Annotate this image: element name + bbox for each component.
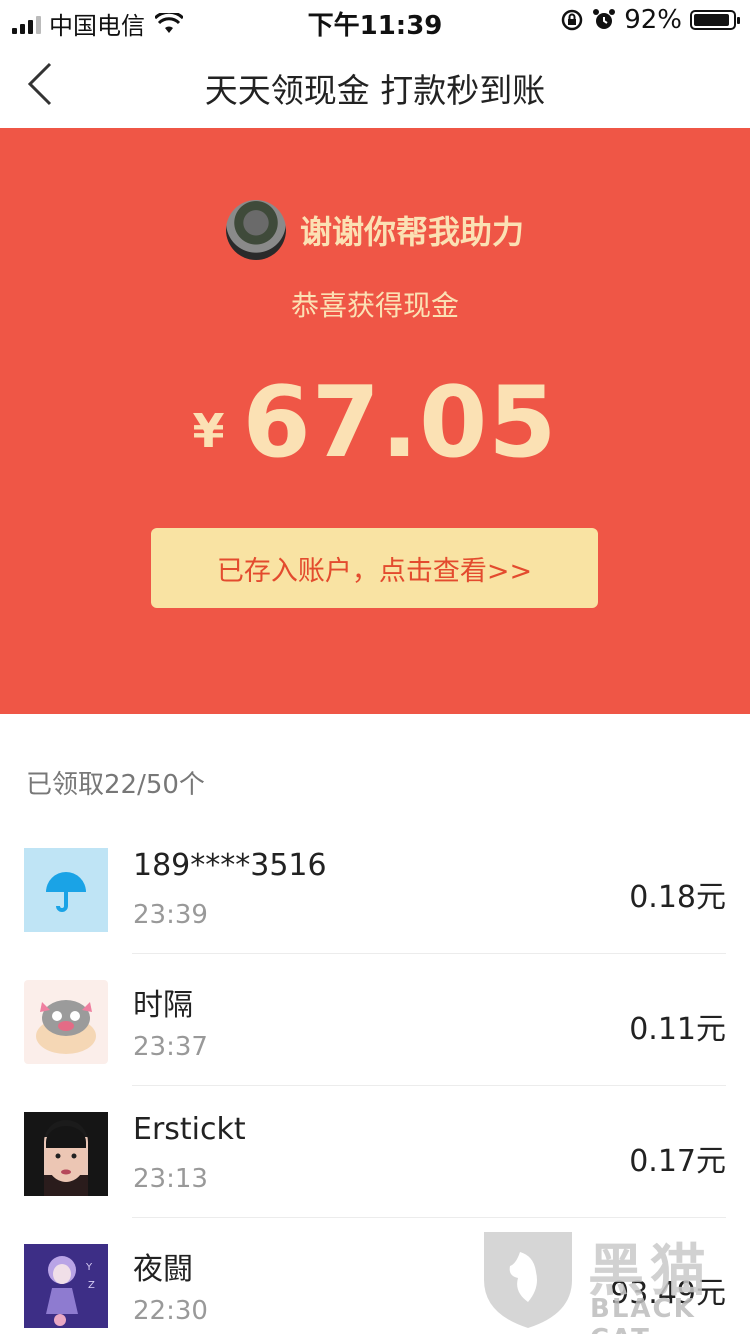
black-cat-watermark: 黑猫 BLACK CAT: [478, 1222, 748, 1334]
claim-amount: 0.17元: [629, 1144, 726, 1179]
status-bar-right: 92%: [560, 5, 740, 35]
alarm-icon: [593, 9, 616, 29]
nav-bar: 天天领现金 打款秒到账: [0, 40, 750, 128]
claimer-name: 夜闘: [133, 1252, 193, 1287]
helper-avatar: [225, 200, 286, 260]
helper-row: 谢谢你帮我助力: [0, 200, 750, 260]
rotation-lock-icon: [561, 9, 583, 31]
claimer-name: 189****3516: [133, 848, 327, 883]
page-title: 天天领现金 打款秒到账: [204, 71, 546, 110]
avatar: [24, 1112, 108, 1196]
avatar: [24, 848, 108, 932]
anime-character-image: Y Z: [46, 1256, 95, 1326]
umbrella-icon: [46, 872, 86, 912]
watermark-brand-en: BLACK CAT: [590, 1294, 696, 1334]
page: 中国电信 下午11:39 92% 天天领现金 打款秒到账 谢谢你帮我助力 恭喜获…: [0, 0, 750, 1334]
amount-row: ¥67.05: [0, 366, 750, 480]
claim-time: 22:30: [133, 1296, 208, 1326]
list-item: Erstickt 23:13 0.17元: [0, 1086, 750, 1218]
battery-percent: 92%: [624, 5, 682, 35]
claimed-count: 已领取22/50个: [26, 770, 205, 800]
pig-face-icon: [36, 1000, 96, 1054]
status-bar: 中国电信 下午11:39 92%: [0, 0, 750, 41]
portrait-photo: [24, 1112, 108, 1196]
claim-amount: 0.11元: [629, 1012, 726, 1047]
congrats-text: 恭喜获得现金: [290, 289, 459, 322]
shield-cat-icon: [484, 1232, 572, 1328]
currency-symbol: ¥: [192, 404, 225, 458]
list-item: 时隔 23:37 0.11元: [0, 954, 750, 1086]
battery-icon: [690, 10, 740, 30]
claim-amount: 0.18元: [629, 880, 726, 915]
battery-fill: [694, 14, 729, 26]
svg-text:Z: Z: [88, 1280, 95, 1291]
claim-time: 23:37: [133, 1032, 208, 1062]
avatar: Y Z: [24, 1244, 108, 1328]
claimer-name: 时隔: [133, 988, 193, 1023]
list-item: 189****3516 23:39 0.18元: [0, 822, 750, 954]
view-account-button[interactable]: 已存入账户，点击查看>>: [151, 528, 598, 608]
reward-amount: 67.05: [242, 366, 558, 480]
svg-text:Y: Y: [85, 1262, 93, 1273]
reward-header: 谢谢你帮我助力 恭喜获得现金 ¥67.05 已存入账户，点击查看>>: [0, 128, 750, 714]
avatar: [24, 980, 108, 1064]
helper-text: 谢谢你帮我助力: [299, 213, 524, 251]
claim-time: 23:13: [133, 1164, 208, 1194]
claimer-name: Erstickt: [133, 1112, 246, 1147]
claim-time: 23:39: [133, 900, 208, 930]
